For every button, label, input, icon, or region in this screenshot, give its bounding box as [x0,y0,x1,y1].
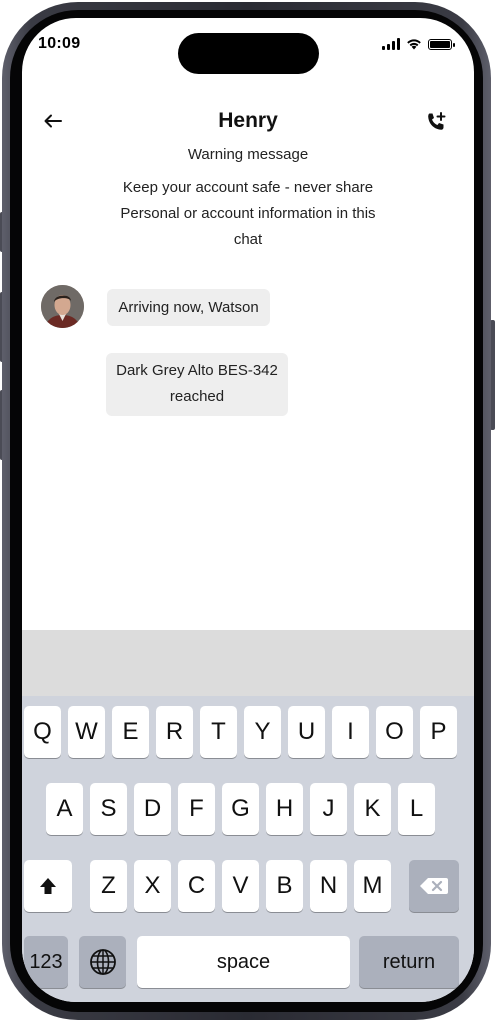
key-v[interactable]: V [222,860,259,912]
warning-line: Personal or account information in this [120,205,376,222]
key-c[interactable]: C [178,860,215,912]
return-key[interactable]: return [359,936,459,988]
status-time: 10:09 [38,35,81,52]
key-p[interactable]: P [420,706,457,758]
key-z[interactable]: Z [90,860,127,912]
contact-name: Henry [218,109,278,132]
key-o[interactable]: O [376,706,413,758]
warning-line: Keep your account safe - never share [122,179,374,196]
space-key[interactable]: space [137,936,350,988]
shift-icon [40,878,56,894]
key-s[interactable]: S [90,783,127,835]
message-bubble: Arriving now, Watson [107,289,270,326]
battery-icon [428,38,455,50]
warning-line: chat [233,231,263,248]
warning-body: Keep your account safe - never share Per… [92,175,404,253]
keyboard: Q W E R T Y U I O P A S D F G H J K L Z … [22,696,474,1002]
delete-key[interactable] [409,860,459,912]
key-j[interactable]: J [310,783,347,835]
key-g[interactable]: G [222,783,259,835]
key-q[interactable]: Q [24,706,61,758]
key-r[interactable]: R [156,706,193,758]
backspace-icon [420,878,448,894]
key-n[interactable]: N [310,860,347,912]
phone-add-icon [428,112,446,130]
key-a[interactable]: A [46,783,83,835]
key-i[interactable]: I [332,706,369,758]
key-u[interactable]: U [288,706,325,758]
key-m[interactable]: M [354,860,391,912]
key-h[interactable]: H [266,783,303,835]
key-d[interactable]: D [134,783,171,835]
warning-title: Warning message [187,146,309,163]
key-w[interactable]: W [68,706,105,758]
message-text: Arriving now, Watson [118,299,259,316]
numbers-key[interactable]: 123 [24,936,68,988]
message-text: reached [169,388,225,405]
key-k[interactable]: K [354,783,391,835]
key-b[interactable]: B [266,860,303,912]
keyboard-suggestion-bar [22,630,474,696]
key-y[interactable]: Y [244,706,281,758]
dynamic-island [178,33,319,74]
globe-key[interactable] [79,936,126,988]
phone-screen: 10:09 Henry Warning message Keep your ac… [22,18,474,1002]
key-x[interactable]: X [134,860,171,912]
add-call-button[interactable] [424,110,450,136]
avatar [41,285,84,328]
status-icons [382,38,455,50]
key-t[interactable]: T [200,706,237,758]
shift-key[interactable] [24,860,72,912]
key-f[interactable]: F [178,783,215,835]
key-e[interactable]: E [112,706,149,758]
globe-icon [89,949,116,975]
key-l[interactable]: L [398,783,435,835]
message-text: Dark Grey Alto BES-342 [116,362,278,379]
wifi-icon [407,39,421,50]
cellular-signal-icon [382,38,400,50]
message-bubble: Dark Grey Alto BES-342 reached [106,353,288,416]
